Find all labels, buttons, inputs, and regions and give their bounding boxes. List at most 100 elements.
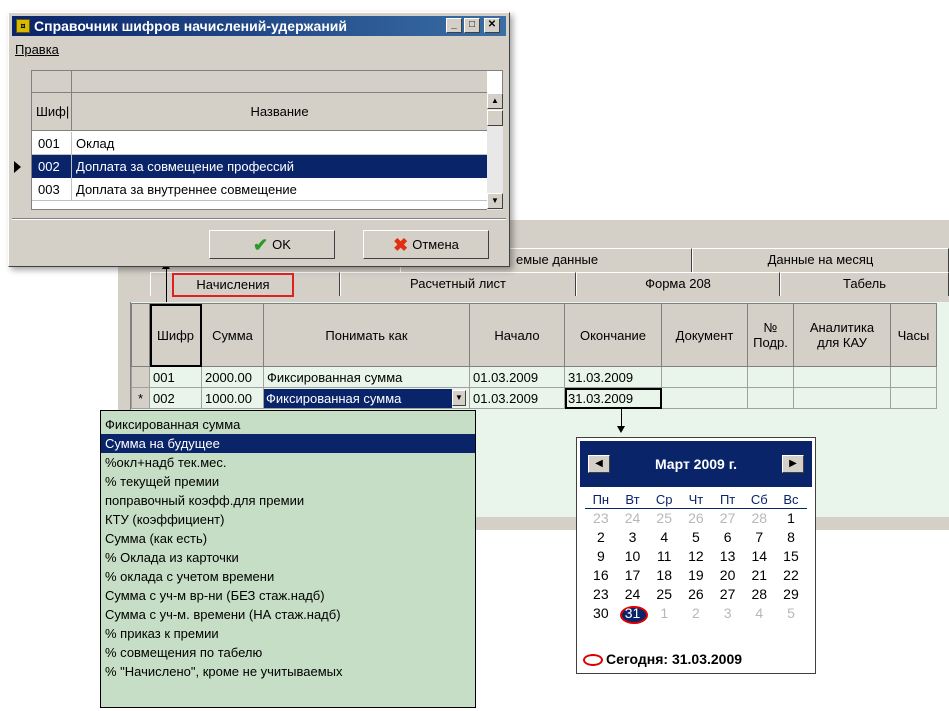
calendar-day[interactable]: 4 xyxy=(743,604,775,623)
dropdown-item[interactable]: КТУ (коэффициент) xyxy=(101,510,475,529)
col-document-header[interactable]: Документ xyxy=(661,303,748,367)
calendar-day[interactable]: 3 xyxy=(712,604,744,623)
dialog-titlebar[interactable]: ¤ Справочник шифров начислений-удержаний… xyxy=(12,16,506,36)
calendar-day[interactable]: 9 xyxy=(585,547,617,566)
calendar-day[interactable]: 14 xyxy=(743,547,775,566)
next-month-button[interactable]: ▶ xyxy=(782,455,804,473)
calendar-day[interactable]: 23 xyxy=(585,585,617,604)
cell-end[interactable]: 31.03.2009 xyxy=(564,366,662,388)
col-dept-header[interactable]: № Подр. xyxy=(747,303,794,367)
calendar-day[interactable]: 6 xyxy=(712,528,744,547)
dropdown-item[interactable]: % Оклада из карточки xyxy=(101,548,475,567)
close-button[interactable]: ✕ xyxy=(484,18,500,33)
dropdown-item[interactable]: Сумма с уч-м вр-ни (БЕЗ стаж.надб) xyxy=(101,586,475,605)
maximize-button[interactable]: □ xyxy=(464,18,480,33)
col-amount-header[interactable]: Сумма xyxy=(201,303,264,367)
list-item[interactable]: 001 Оклад xyxy=(32,132,487,155)
calendar-day[interactable]: 16 xyxy=(585,566,617,585)
cell-document[interactable] xyxy=(661,366,748,388)
calendar-day[interactable]: 25 xyxy=(648,509,680,528)
vertical-scrollbar[interactable]: ▲ ▼ xyxy=(487,93,503,210)
tab-accruals[interactable]: Начисления xyxy=(172,273,294,297)
calendar-day[interactable]: 1 xyxy=(775,509,807,528)
menu-edit[interactable]: Правка xyxy=(15,42,59,57)
calendar-day[interactable]: 2 xyxy=(680,604,712,623)
cell-kind-editor[interactable]: Фиксированная сумма ▼ xyxy=(263,387,470,409)
cell-document[interactable] xyxy=(661,387,748,409)
calendar-day[interactable]: 23 xyxy=(585,509,617,528)
calendar-day[interactable]: 18 xyxy=(648,566,680,585)
cell-start[interactable]: 01.03.2009 xyxy=(469,366,565,388)
calendar-day[interactable]: 11 xyxy=(648,547,680,566)
calendar-day[interactable]: 29 xyxy=(775,585,807,604)
tab-form-208[interactable]: Форма 208 xyxy=(576,272,780,296)
cell-analytics[interactable] xyxy=(793,387,891,409)
calendar-day[interactable]: 3 xyxy=(617,528,649,547)
calendar-day[interactable]: 26 xyxy=(680,585,712,604)
table-row[interactable]: * 002 1000.00 Фиксированная сумма ▼ 01.03… xyxy=(131,387,937,409)
kind-combo-value[interactable]: Фиксированная сумма xyxy=(264,388,452,408)
col-start-header[interactable]: Начало xyxy=(469,303,565,367)
col-code-header[interactable]: Шиф| xyxy=(32,93,72,131)
dropdown-item-selected[interactable]: Сумма на будущее xyxy=(101,434,475,453)
calendar-day[interactable]: 13 xyxy=(712,547,744,566)
scroll-down-icon[interactable]: ▼ xyxy=(487,193,503,209)
ok-button[interactable]: ✔ OK xyxy=(209,230,335,259)
calendar-day[interactable]: 20 xyxy=(712,566,744,585)
calendar-day[interactable]: 5 xyxy=(775,604,807,623)
dropdown-item[interactable]: % приказ к премии xyxy=(101,624,475,643)
cell-start[interactable]: 01.03.2009 xyxy=(469,387,565,409)
today-link[interactable]: Сегодня: 31.03.2009 xyxy=(583,649,813,669)
cell-dept[interactable] xyxy=(747,387,794,409)
calendar-day[interactable]: 24 xyxy=(617,585,649,604)
calendar-day[interactable]: 26 xyxy=(680,509,712,528)
cell-code[interactable]: 002 xyxy=(149,387,202,409)
dropdown-item[interactable]: Фиксированная сумма xyxy=(101,415,475,434)
dropdown-item[interactable]: % совмещения по табелю xyxy=(101,643,475,662)
dropdown-item[interactable]: поправочный коэфф.для премии xyxy=(101,491,475,510)
cell-kind[interactable]: Фиксированная сумма xyxy=(263,366,470,388)
minimize-button[interactable]: _ xyxy=(446,18,462,33)
calendar-day[interactable]: 12 xyxy=(680,547,712,566)
col-analytics-header[interactable]: Аналитика для КАУ xyxy=(793,303,891,367)
tab-monthly-data[interactable]: Данные на месяц xyxy=(692,248,949,272)
calendar-day[interactable]: 7 xyxy=(743,528,775,547)
calendar-day[interactable]: 27 xyxy=(712,585,744,604)
dropdown-item[interactable]: %окл+надб тек.мес. xyxy=(101,453,475,472)
calendar-day[interactable]: 25 xyxy=(648,585,680,604)
cell-analytics[interactable] xyxy=(793,366,891,388)
list-item[interactable]: 003 Доплата за внутреннее совмещение xyxy=(32,178,487,201)
cell-end-editing[interactable]: 31.03.2009 xyxy=(564,387,662,409)
col-code-header[interactable]: Шифр xyxy=(149,303,202,367)
calendar-day[interactable]: 19 xyxy=(680,566,712,585)
cell-code[interactable]: 001 xyxy=(149,366,202,388)
calendar-day[interactable]: 15 xyxy=(775,547,807,566)
calendar-day[interactable]: 27 xyxy=(712,509,744,528)
calendar-day[interactable]: 22 xyxy=(775,566,807,585)
cell-hours[interactable] xyxy=(890,387,937,409)
dropdown-item[interactable]: Сумма с уч-м. времени (НА стаж.надб) xyxy=(101,605,475,624)
calendar-day-selected[interactable]: 31 xyxy=(617,604,649,624)
calendar-day[interactable]: 28 xyxy=(743,509,775,528)
calendar-day[interactable]: 30 xyxy=(585,604,617,623)
calendar-day[interactable]: 28 xyxy=(743,585,775,604)
calendar-day[interactable]: 1 xyxy=(648,604,680,623)
tab-payslip[interactable]: Расчетный лист xyxy=(340,272,576,296)
col-name-header[interactable]: Название xyxy=(72,93,487,131)
table-row[interactable]: 001 2000.00 Фиксированная сумма 01.03.20… xyxy=(131,366,937,388)
calendar-day[interactable]: 5 xyxy=(680,528,712,547)
dropdown-item[interactable]: % текущей премии xyxy=(101,472,475,491)
calendar-day[interactable]: 4 xyxy=(648,528,680,547)
cell-amount[interactable]: 1000.00 xyxy=(201,387,264,409)
tab-timesheet[interactable]: Табель xyxy=(780,272,949,296)
calendar-day[interactable]: 10 xyxy=(617,547,649,566)
calendar-day[interactable]: 8 xyxy=(775,528,807,547)
calendar-day[interactable]: 21 xyxy=(743,566,775,585)
cell-dept[interactable] xyxy=(747,366,794,388)
cancel-button[interactable]: ✖ Отмена xyxy=(363,230,489,259)
dropdown-item[interactable]: % оклада с учетом времени xyxy=(101,567,475,586)
kind-dropdown-list[interactable]: Фиксированная сумма Сумма на будущее %ок… xyxy=(100,410,476,708)
col-hours-header[interactable]: Часы xyxy=(890,303,937,367)
calendar-day[interactable]: 24 xyxy=(617,509,649,528)
col-kind-header[interactable]: Понимать как xyxy=(263,303,470,367)
